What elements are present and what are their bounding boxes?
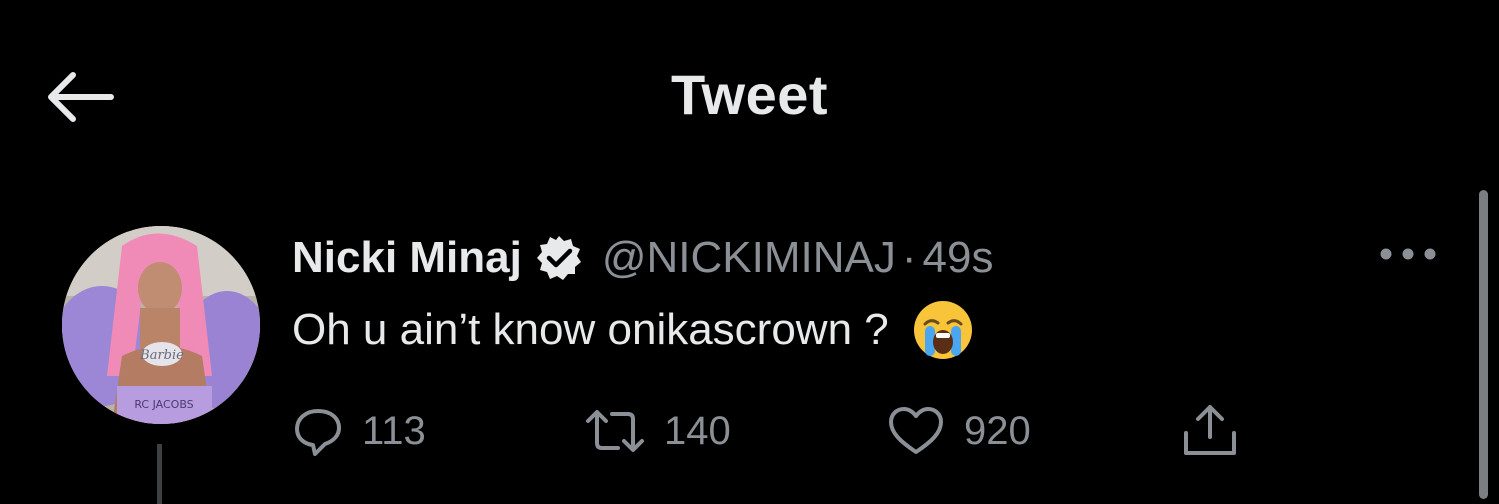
tweet-timestamp[interactable]: 49s xyxy=(923,233,994,283)
share-icon xyxy=(1184,405,1236,455)
avatar-necklace-text: Barbie xyxy=(139,348,184,363)
retweet-count: 140 xyxy=(664,408,731,453)
reply-count: 113 xyxy=(362,408,426,453)
share-button[interactable] xyxy=(1180,404,1240,458)
verified-badge-icon xyxy=(534,233,584,283)
page-title: Tweet xyxy=(670,63,829,126)
author-handle[interactable]: @NICKIMINAJ xyxy=(602,233,896,283)
more-dots-icon xyxy=(1380,248,1436,260)
like-count: 920 xyxy=(964,408,1031,453)
tweet-text: Oh u ain’t know onikascrown ? xyxy=(292,305,889,354)
like-button[interactable]: 920 xyxy=(886,404,1031,458)
more-options-button[interactable] xyxy=(1376,236,1440,272)
separator-dot: · xyxy=(901,233,917,282)
author-display-name[interactable]: Nicki Minaj xyxy=(292,233,522,283)
tweet-text-row: Oh u ain’t know onikascrown ? xyxy=(292,298,975,362)
loudly-crying-face-emoji xyxy=(911,298,975,362)
scrollbar[interactable] xyxy=(1479,190,1488,499)
thread-line xyxy=(157,444,162,504)
tweet[interactable]: Barbie RC JACOBS Nicki Minaj @NICKIMINAJ… xyxy=(0,180,1499,504)
top-bar: Tweet xyxy=(0,0,1499,180)
retweet-icon xyxy=(586,410,644,452)
avatar-shirt-text: RC JACOBS xyxy=(134,398,193,411)
avatar[interactable]: Barbie RC JACOBS xyxy=(62,226,260,424)
retweet-button[interactable]: 140 xyxy=(584,404,731,458)
tweet-author-row: Nicki Minaj @NICKIMINAJ · 49s xyxy=(292,228,993,288)
reply-button[interactable]: 113 xyxy=(292,404,426,458)
reply-icon xyxy=(295,409,341,456)
heart-icon xyxy=(889,407,943,454)
